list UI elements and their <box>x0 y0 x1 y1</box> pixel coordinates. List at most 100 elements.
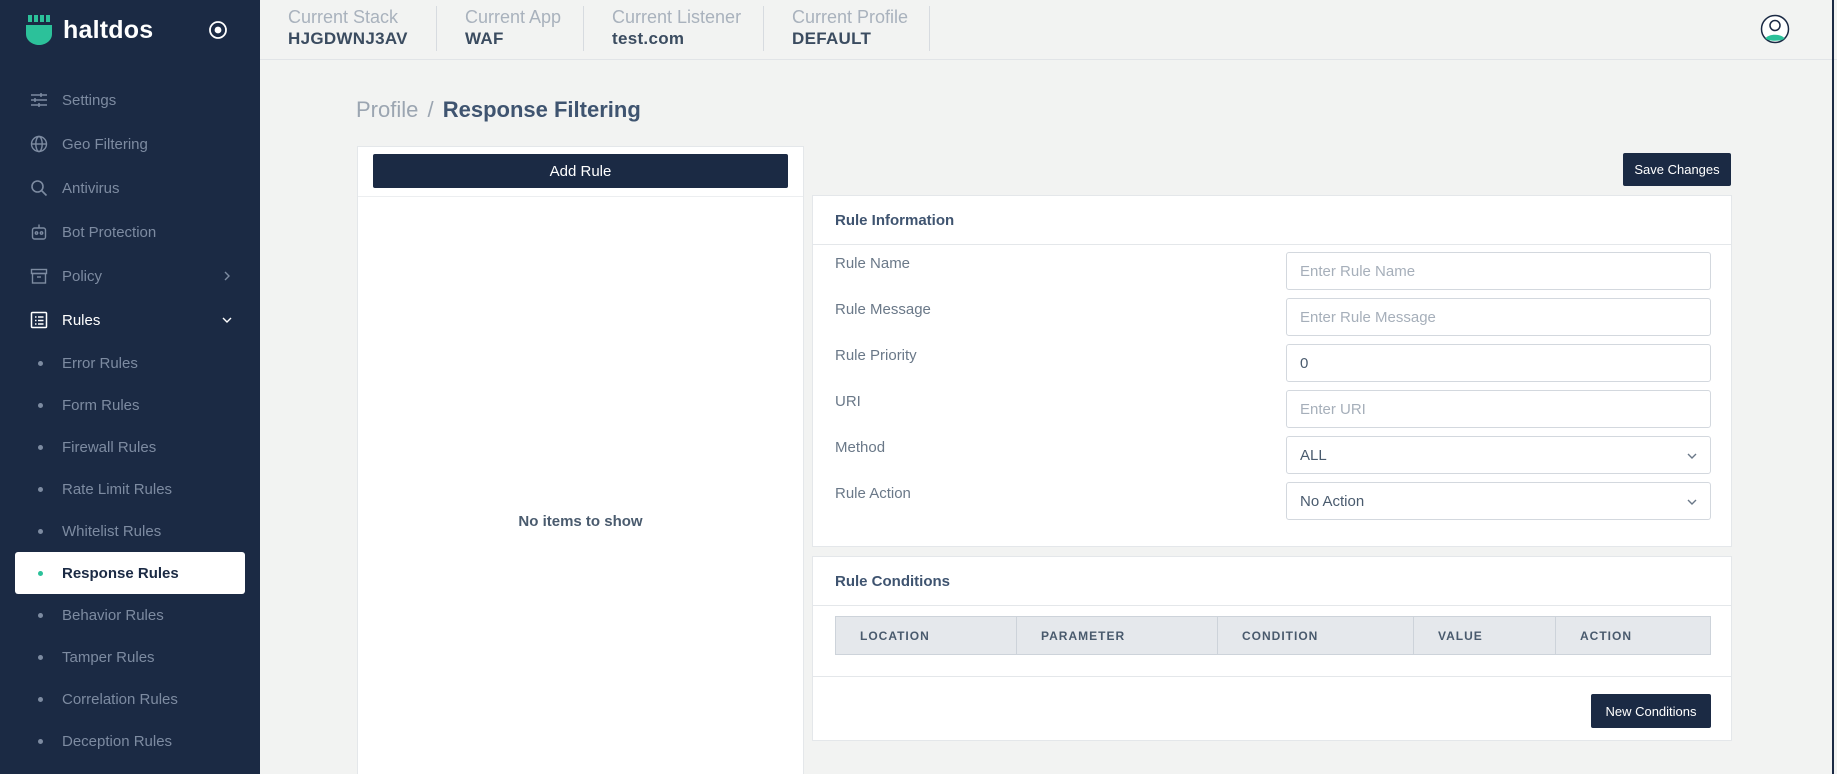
sidebar-subitem-label: Response Rules <box>62 564 179 582</box>
top-bar: Current Stack HJGDWNJ3AV Current App WAF… <box>260 0 1837 60</box>
breadcrumb-separator: / <box>427 97 434 122</box>
sidebar-subitem-label: Behavior Rules <box>62 606 164 624</box>
sidebar-subitem-label: Whitelist Rules <box>62 522 162 540</box>
sidebar-item-policy[interactable]: Policy <box>0 254 260 298</box>
rule-name-input[interactable]: Enter Rule Name <box>1286 252 1711 290</box>
rule-list-panel: Add Rule No items to show <box>357 146 804 774</box>
rule-name-label: Rule Name <box>835 255 911 272</box>
current-profile-value: DEFAULT <box>792 29 872 48</box>
uri-label: URI <box>835 393 861 410</box>
add-rule-button[interactable]: Add Rule <box>373 154 788 188</box>
rule-action-select-value: No Action <box>1300 492 1365 510</box>
rule-conditions-card: Rule Conditions LOCATION PARAMETER CONDI… <box>812 556 1732 741</box>
rule-action-select[interactable]: No Action <box>1286 482 1711 520</box>
sidebar-item-bot-protection[interactable]: Bot Protection <box>0 210 260 254</box>
rule-name-row: Rule Name Enter Rule Name <box>835 252 1711 290</box>
save-changes-button[interactable]: Save Changes <box>1623 153 1731 186</box>
sidebar-subitem-label: Tamper Rules <box>62 648 155 666</box>
breadcrumb-parent[interactable]: Profile <box>356 97 418 122</box>
uri-row: URI Enter URI <box>835 390 1711 428</box>
bullet-icon <box>38 445 43 450</box>
current-listener-value: test.com <box>612 29 685 48</box>
method-select-value: ALL <box>1300 446 1327 464</box>
chevron-down-icon <box>222 317 232 323</box>
brand[interactable]: haltdos <box>24 14 153 46</box>
rule-priority-row: Rule Priority 0 <box>835 344 1711 382</box>
sidebar-item-antivirus[interactable]: Antivirus <box>0 166 260 210</box>
list-icon <box>30 311 48 329</box>
robot-icon <box>31 224 47 240</box>
rule-priority-input[interactable]: 0 <box>1286 344 1711 382</box>
search-icon <box>31 180 48 197</box>
empty-state-text: No items to show <box>518 513 643 530</box>
sliders-icon <box>31 93 47 107</box>
current-listener[interactable]: Current Listener test.com <box>584 6 764 51</box>
archive-icon <box>30 268 48 284</box>
current-stack[interactable]: Current Stack HJGDWNJ3AV <box>260 6 437 51</box>
chevron-down-icon <box>1687 499 1697 505</box>
sidebar-subitem-deception-rules[interactable]: Deception Rules <box>0 720 260 762</box>
sidebar-subitem-error-rules[interactable]: Error Rules <box>0 342 260 384</box>
bullet-icon <box>38 613 43 618</box>
rule-action-label: Rule Action <box>835 485 911 502</box>
sidebar-subitem-label: Firewall Rules <box>62 438 157 456</box>
rule-message-label: Rule Message <box>835 301 931 318</box>
sidebar-subitem-label: Error Rules <box>62 354 138 372</box>
column-action: ACTION <box>1580 628 1632 643</box>
bullet-icon <box>38 655 43 660</box>
rule-message-row: Rule Message Enter Rule Message <box>835 298 1711 336</box>
method-row: Method ALL <box>835 436 1711 474</box>
current-listener-label: Current Listener <box>612 7 742 27</box>
sidebar-subitem-correlation-rules[interactable]: Correlation Rules <box>0 678 260 720</box>
column-location: LOCATION <box>836 617 1017 654</box>
divider <box>813 676 1731 677</box>
new-conditions-button[interactable]: New Conditions <box>1591 694 1711 728</box>
bullet-icon <box>38 487 43 492</box>
scrollbar[interactable] <box>1832 0 1834 774</box>
rule-priority-label: Rule Priority <box>835 347 917 364</box>
sidebar-item-label: Antivirus <box>62 179 120 197</box>
sidebar-item-label: Geo Filtering <box>62 135 148 153</box>
user-avatar-icon[interactable] <box>1760 14 1790 44</box>
sidebar-subitem-behavior-rules[interactable]: Behavior Rules <box>0 594 260 636</box>
column-value: VALUE <box>1414 617 1556 654</box>
chevron-right-icon <box>224 271 230 281</box>
brand-name: haltdos <box>63 15 154 44</box>
bullet-icon <box>38 529 43 534</box>
sidebar-item-rules[interactable]: Rules <box>0 298 260 342</box>
column-parameter: PARAMETER <box>1017 617 1218 654</box>
divider <box>358 196 803 197</box>
current-app-value: WAF <box>465 29 504 48</box>
breadcrumb: Profile / Response Filtering <box>356 97 641 123</box>
sidebar-subitem-rate-limit-rules[interactable]: Rate Limit Rules <box>0 468 260 510</box>
sidebar-toggle-icon[interactable] <box>208 20 228 40</box>
sidebar-subitem-response-rules[interactable]: Response Rules <box>15 552 245 594</box>
sidebar-subitem-whitelist-rules[interactable]: Whitelist Rules <box>0 510 260 552</box>
current-stack-label: Current Stack <box>288 7 399 27</box>
current-profile[interactable]: Current Profile DEFAULT <box>764 6 930 51</box>
method-select[interactable]: ALL <box>1286 436 1711 474</box>
sidebar-subitem-label: Rate Limit Rules <box>62 480 173 498</box>
sidebar-subitem-form-rules[interactable]: Form Rules <box>0 384 260 426</box>
bullet-icon <box>38 739 43 744</box>
sidebar-item-label: Bot Protection <box>62 223 157 241</box>
rule-action-row: Rule Action No Action <box>835 482 1711 520</box>
sidebar-item-geo-filtering[interactable]: Geo Filtering <box>0 122 260 166</box>
sidebar-item-label: Rules <box>62 311 101 329</box>
sidebar-subitem-firewall-rules[interactable]: Firewall Rules <box>0 426 260 468</box>
rule-message-input[interactable]: Enter Rule Message <box>1286 298 1711 336</box>
current-stack-value: HJGDWNJ3AV <box>288 29 408 48</box>
rule-information-title: Rule Information <box>813 196 1731 245</box>
current-app[interactable]: Current App WAF <box>437 6 584 51</box>
sidebar-subitem-label: Correlation Rules <box>62 690 178 708</box>
sidebar-subitem-tamper-rules[interactable]: Tamper Rules <box>0 636 260 678</box>
haltdos-logo-icon <box>26 15 52 45</box>
sidebar-subitem-label: Deception Rules <box>62 732 173 750</box>
current-app-label: Current App <box>465 7 562 27</box>
sidebar: haltdos Settings Geo Filtering Antivirus… <box>0 0 260 774</box>
sidebar-item-label: Policy <box>62 267 103 285</box>
rule-conditions-title: Rule Conditions <box>813 557 1731 606</box>
uri-input[interactable]: Enter URI <box>1286 390 1711 428</box>
sidebar-item-settings[interactable]: Settings <box>0 78 260 122</box>
globe-icon <box>30 135 48 153</box>
